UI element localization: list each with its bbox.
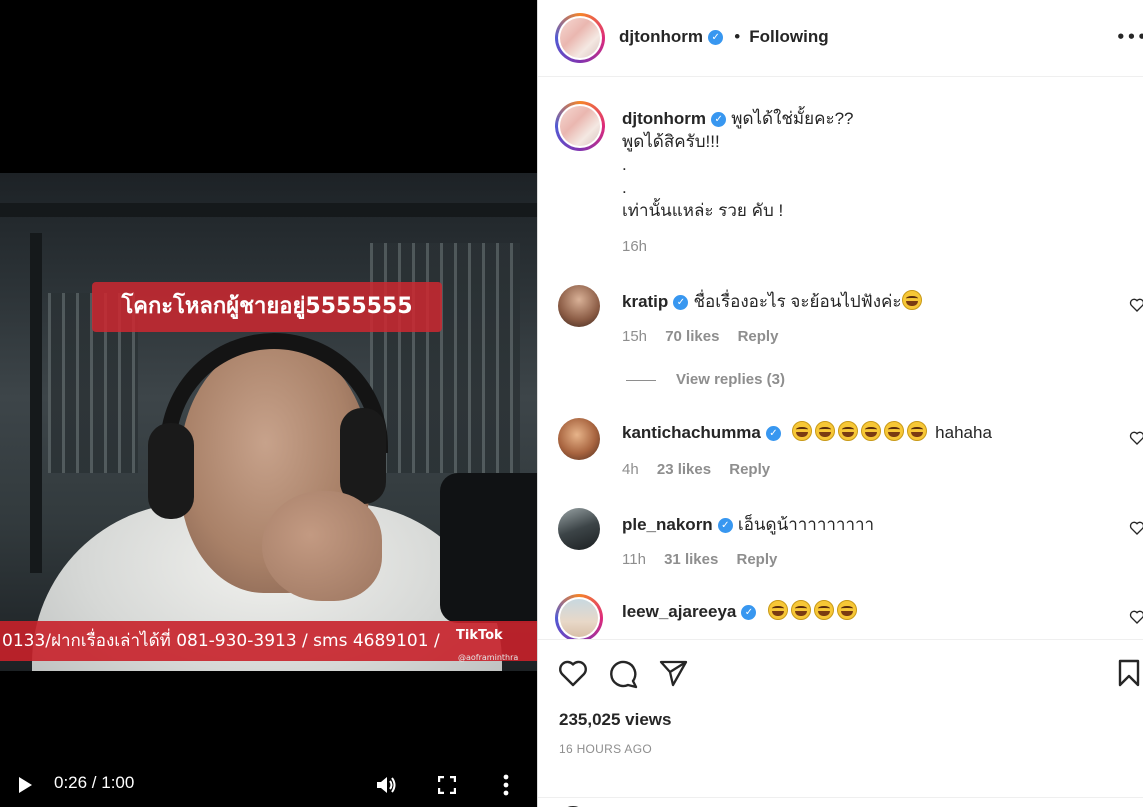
tiktok-handle: @aoframinthra: [458, 653, 519, 662]
verified-badge-icon: ✓: [717, 518, 733, 533]
avatar[interactable]: [555, 594, 603, 642]
comment-username[interactable]: leew_ajareeya: [622, 602, 736, 621]
emoji-group: [767, 600, 860, 621]
comment-text: เอ็นดูน้าาาาาาาาา: [737, 515, 875, 534]
comment-likes[interactable]: 23 likes: [657, 461, 711, 478]
reply-button[interactable]: Reply: [729, 461, 770, 478]
laughing-emoji-icon: [792, 421, 813, 441]
video-scene-bars: [370, 243, 520, 473]
more-options-icon[interactable]: •••: [1116, 28, 1143, 46]
laughing-emoji-icon: [767, 600, 788, 620]
video-headphone-right: [340, 408, 386, 504]
comment-meta: 15h 70 likes Reply: [622, 328, 778, 345]
caption-time: 16h: [622, 238, 648, 255]
comment-heart-icon[interactable]: [1129, 430, 1143, 446]
video-headphone-left: [148, 423, 194, 519]
caption-line-4: .: [622, 178, 627, 197]
comment-time: 4h: [622, 461, 639, 478]
caption-line-1: พูดได้ใช่มั้ยคะ??: [731, 109, 854, 128]
caption-username[interactable]: djtonhorm: [622, 109, 706, 128]
post-header: djtonhorm ✓ • Following •••: [538, 0, 1143, 77]
instagram-post-window: โคกะโหลกผู้ชายอยู่5555555 0133/ฝากเรื่อง…: [0, 0, 1143, 807]
verified-badge-icon: ✓: [673, 295, 689, 310]
view-count[interactable]: 235,025 views: [559, 710, 671, 730]
verified-badge-icon: ✓: [711, 112, 727, 127]
reply-button[interactable]: Reply: [736, 551, 777, 568]
comment-meta: 11h 31 likes Reply: [622, 551, 777, 568]
vertical-dots-icon[interactable]: [500, 774, 512, 796]
add-comment-row[interactable]: [538, 797, 1143, 807]
replies-divider: [626, 380, 656, 381]
comment-heart-icon[interactable]: [1129, 520, 1143, 536]
verified-badge-icon: ✓: [708, 30, 724, 45]
laughing-emoji-icon: [813, 600, 834, 620]
video-microphone: [440, 473, 537, 623]
laughing-emoji-icon: [861, 421, 882, 441]
heart-icon[interactable]: [558, 659, 588, 687]
comment-time: 15h: [622, 328, 648, 345]
verified-badge-icon: ✓: [765, 426, 781, 441]
video-frame[interactable]: โคกะโหลกผู้ชายอยู่5555555 0133/ฝากเรื่อง…: [0, 173, 537, 671]
comment-time: 11h: [622, 551, 646, 568]
comment-likes[interactable]: 70 likes: [665, 328, 719, 345]
laughing-emoji-icon: [815, 421, 836, 441]
laughing-emoji-icon: [907, 421, 928, 441]
caption-avatar[interactable]: [555, 101, 605, 151]
post-actions: 235,025 views 16 HOURS AGO: [538, 639, 1143, 807]
video-player[interactable]: โคกะโหลกผู้ชายอยู่5555555 0133/ฝากเรื่อง…: [0, 0, 537, 807]
laughing-emoji-icon: [838, 421, 859, 441]
caption-line-2: พูดได้สิครับ!!!: [622, 132, 720, 151]
video-caption-overlay: โคกะโหลกผู้ชายอยู่5555555: [92, 282, 442, 332]
view-replies-button[interactable]: View replies (3): [676, 371, 785, 388]
laughing-emoji-icon: [884, 421, 905, 441]
post-date: 16 HOURS AGO: [559, 742, 652, 756]
comment-username[interactable]: kratip: [622, 292, 668, 311]
caption-line-5: เท่านั้นแหล่ะ รวย คับ !: [622, 201, 784, 220]
following-button[interactable]: Following: [749, 27, 828, 46]
comment-likes[interactable]: 31 likes: [664, 551, 718, 568]
laughing-emoji-icon: [790, 600, 811, 620]
volume-icon[interactable]: [375, 774, 397, 796]
avatar[interactable]: [558, 418, 600, 460]
post-caption: djtonhorm ✓ พูดได้ใช่มั้ยคะ?? พูดได้สิคร…: [622, 107, 1122, 222]
header-avatar[interactable]: [555, 13, 605, 63]
header-separator: •: [734, 27, 741, 46]
avatar[interactable]: [558, 285, 600, 327]
comment-kratip: kratip ✓ ชื่อเรื่องอะไร จะย้อนไปฟังค่ะ: [622, 288, 925, 315]
comment-text: ชื่อเรื่องอะไร จะย้อนไปฟังค่ะ: [693, 292, 902, 311]
verified-badge-icon: ✓: [741, 605, 757, 620]
comment-heart-icon[interactable]: [1129, 609, 1143, 625]
comment-leew: leew_ajareeya ✓: [622, 600, 860, 622]
comment-icon[interactable]: [609, 659, 639, 689]
paper-plane-icon[interactable]: [659, 659, 689, 687]
video-person-hand: [262, 491, 382, 601]
avatar[interactable]: [558, 508, 600, 550]
video-time: 0:26 / 1:00: [54, 773, 135, 792]
emoji-group: [792, 421, 935, 442]
caption-line-3: .: [622, 155, 627, 174]
header-user: djtonhorm ✓ • Following: [619, 27, 829, 47]
video-scene-post: [30, 233, 42, 573]
video-controls: 0:26 / 1:00: [0, 762, 537, 806]
play-icon[interactable]: [16, 776, 34, 794]
comment-kanticha: kantichachumma ✓ hahaha: [622, 421, 992, 443]
comment-username[interactable]: kantichachumma: [622, 423, 761, 442]
reply-button[interactable]: Reply: [738, 328, 779, 345]
post-sidebar: djtonhorm ✓ • Following ••• djtonhorm ✓ …: [537, 0, 1143, 807]
header-username[interactable]: djtonhorm: [619, 27, 703, 46]
comment-ple-nakorn: ple_nakorn ✓ เอ็นดูน้าาาาาาาาา: [622, 511, 874, 538]
laughing-emoji-icon: [836, 600, 857, 620]
comment-text: hahaha: [935, 423, 992, 442]
laughing-emoji-icon: [901, 290, 922, 310]
comment-heart-icon[interactable]: [1129, 297, 1143, 313]
comment-meta: 4h 23 likes Reply: [622, 461, 770, 478]
bookmark-icon[interactable]: [1117, 659, 1141, 687]
comment-username[interactable]: ple_nakorn: [622, 515, 713, 534]
fullscreen-icon[interactable]: [438, 776, 456, 794]
tiktok-logo: TikTok: [456, 628, 503, 643]
video-scene-beam: [0, 203, 537, 217]
